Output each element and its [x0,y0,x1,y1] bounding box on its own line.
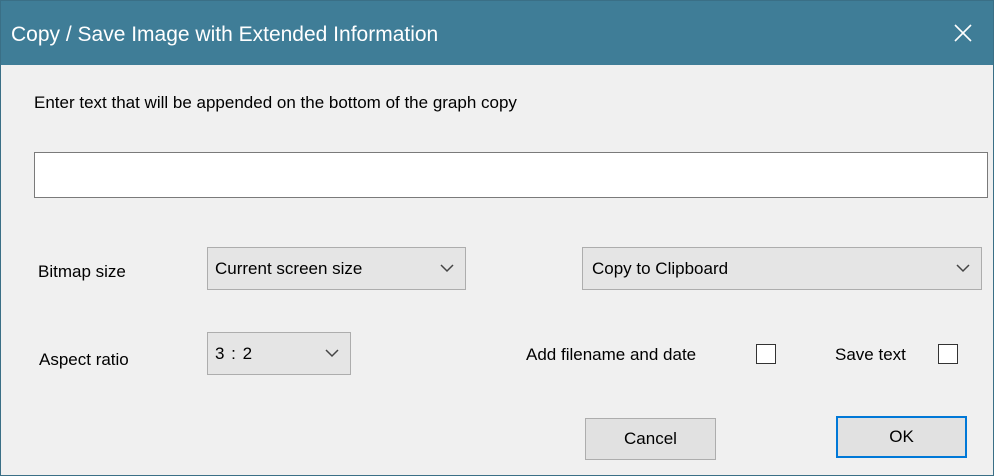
add-filename-label: Add filename and date [526,345,697,364]
bitmap-size-select[interactable]: Current screen size [207,247,466,290]
append-text-input[interactable] [34,152,988,198]
close-icon [954,24,972,42]
save-text-checkbox[interactable] [938,344,958,364]
aspect-ratio-label: Aspect ratio [39,350,129,369]
chevron-down-icon [956,264,970,273]
ok-button[interactable]: OK [836,416,967,458]
dialog-window: Copy / Save Image with Extended Informat… [0,0,994,476]
cancel-button-label: Cancel [624,429,677,448]
close-button[interactable] [933,1,993,65]
ok-button-label: OK [889,427,914,446]
dialog-title: Copy / Save Image with Extended Informat… [11,23,439,46]
bitmap-size-value: Current screen size [215,259,363,278]
save-text-label: Save text [835,345,906,364]
title-bar[interactable]: Copy / Save Image with Extended Informat… [1,1,993,65]
aspect-ratio-select[interactable]: 3 : 2 [207,332,351,375]
aspect-ratio-value: 3 : 2 [215,344,254,363]
destination-select[interactable]: Copy to Clipboard [582,247,982,290]
destination-value: Copy to Clipboard [592,259,729,278]
chevron-down-icon [325,349,339,358]
add-filename-checkbox[interactable] [756,344,776,364]
append-text-label: Enter text that will be appended on the … [34,93,517,112]
bitmap-size-label: Bitmap size [38,262,126,281]
cancel-button[interactable]: Cancel [585,418,716,460]
chevron-down-icon [440,264,454,273]
